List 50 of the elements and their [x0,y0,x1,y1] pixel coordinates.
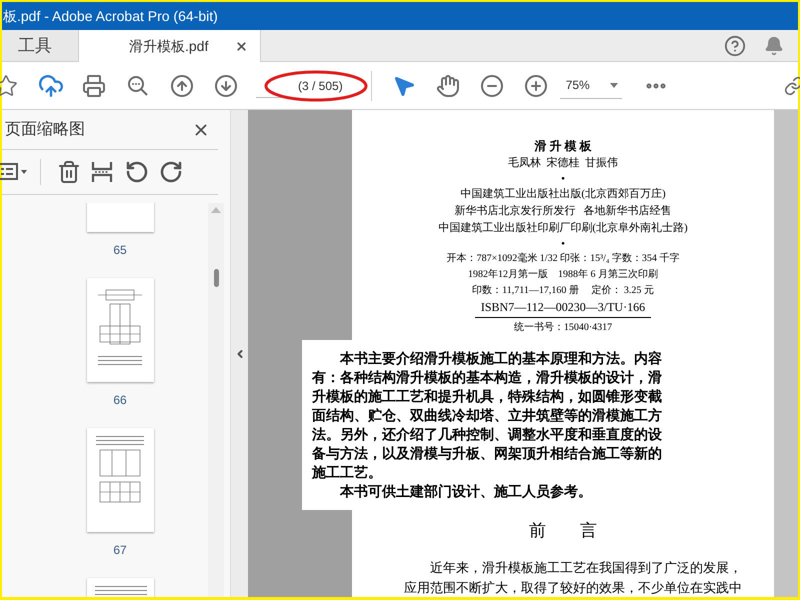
title-bar: 板.pdf - Adobe Acrobat Pro (64-bit) [2,2,798,30]
tools-tab[interactable]: 工具 [2,30,79,61]
imprint-line: 毛凤林 宋德桂 甘振伟 [508,156,618,171]
page-number: 67 [113,542,127,559]
zoom-out-icon[interactable] [480,74,504,98]
book-title: 滑 升 模 板 [534,138,592,155]
page-count: (3 / 505) [298,78,343,94]
imprint-line: 开本：787×1092毫米 1/32 印张：15³/₄ 字数：354 千字 [446,252,680,266]
bullet-mark: • [561,237,565,251]
blurb-paragraph: 本书可供土建部门设计、施工人员参考。 [338,483,593,502]
tab-label: 滑升模板.pdf [129,36,208,56]
print-icon[interactable] [82,74,106,98]
imprint-line: 统一书号：15040·4317 [514,320,612,335]
body-line: 近年来，滑升模板施工工艺在我国得到了广泛的发展， [429,558,742,576]
panel-title: 页面缩略图 [5,120,85,140]
link-icon[interactable] [784,76,800,96]
body-line: 应用范围不断扩大，取得了较好的效果，不少单位在实践中 [404,578,742,596]
hand-tool-icon[interactable] [436,74,460,98]
trash-icon[interactable] [57,160,81,184]
page-number: 65 [113,242,127,259]
imprint-line: 印数：11,711—17,160 册 定价： 3.25 元 [472,284,654,298]
zoom-dropdown[interactable]: 75% [560,72,622,98]
zoom-in-icon[interactable] [524,74,548,98]
page-number: 66 [113,392,127,409]
imprint-line: 中国建筑工业出版社印刷厂印刷(北京阜外南礼士路) [438,220,688,236]
close-icon[interactable] [235,40,248,52]
scrollbar[interactable] [208,203,224,597]
imprint-line: 新华书店北京发行所发行 各地新华书店经售 [454,204,672,219]
rotate-left-icon[interactable] [125,160,149,184]
imprint-line: 中国建筑工业出版社出版(北京西郊百万庄) [460,186,666,202]
options-icon[interactable] [0,162,28,182]
section-heading: 前 言 [529,520,597,542]
isbn-line: ISBN7—112—00230—3/TU·166 [474,299,652,318]
cloud-upload-icon[interactable] [38,72,64,98]
imprint-line: 1982年12月第一版 1988年 6 月第三次印刷 [468,268,658,282]
insert-page-icon[interactable] [91,161,113,183]
page-down-icon[interactable] [214,74,238,98]
blurb-paragraph: 本书主要介绍滑升模板施工的基本原理和方法。内容有：各种结构滑升模板的基本构造，滑升模板的设计，滑升模板的施工工艺和提升机具，特殊结构，如圆锥形变截面结构、贮仓、双曲线冷却塔、立井筑壁等的滑模施工方法。另外，还介绍了几种控制、调整水平度和垂直度的设备与方法，以及滑模与升板、网架顶升相结合施工等新的施工工艺。 [312,350,663,483]
caret-icon [610,82,618,88]
scroll-thumb[interactable] [214,269,218,287]
document-tab[interactable]: 滑升模板.pdf [79,30,261,62]
bell-icon[interactable] [764,36,784,56]
help-icon[interactable] [724,34,746,56]
page-thumbnail[interactable] [86,278,154,382]
page-up-icon[interactable] [170,74,194,98]
zoom-search-icon[interactable] [126,74,150,98]
star-icon[interactable] [0,74,18,98]
bullet-mark: • [561,172,565,186]
rotate-right-icon[interactable] [159,160,183,184]
page-thumbnail[interactable] [86,428,154,532]
